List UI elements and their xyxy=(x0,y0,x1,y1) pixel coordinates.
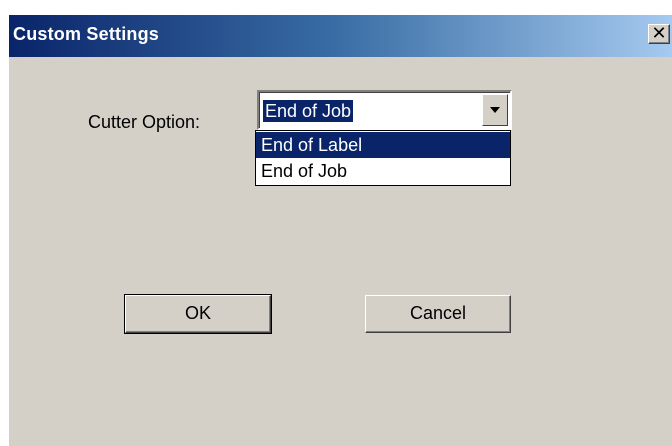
cutter-option-dropdown-list: End of Label End of Job xyxy=(255,130,511,186)
option-end-of-job[interactable]: End of Job xyxy=(256,158,510,184)
custom-settings-dialog: Custom Settings ✕ xyxy=(8,14,672,446)
cutter-option-value[interactable]: End of Job xyxy=(263,100,354,122)
close-button[interactable]: ✕ xyxy=(648,24,670,44)
ok-button[interactable]: OK xyxy=(124,294,272,334)
dropdown-button[interactable] xyxy=(482,94,508,126)
cutter-option-label: Cutter Option: xyxy=(88,112,201,132)
dropdown-arrow-icon xyxy=(490,107,500,113)
cutter-option-combobox[interactable]: End of Job xyxy=(257,90,512,130)
window-title: Custom Settings xyxy=(13,24,160,44)
cancel-button[interactable]: Cancel xyxy=(365,295,511,333)
option-end-of-label[interactable]: End of Label xyxy=(256,132,510,158)
title-bar[interactable]: Custom Settings ✕ xyxy=(9,15,672,57)
close-icon: ✕ xyxy=(651,23,667,44)
